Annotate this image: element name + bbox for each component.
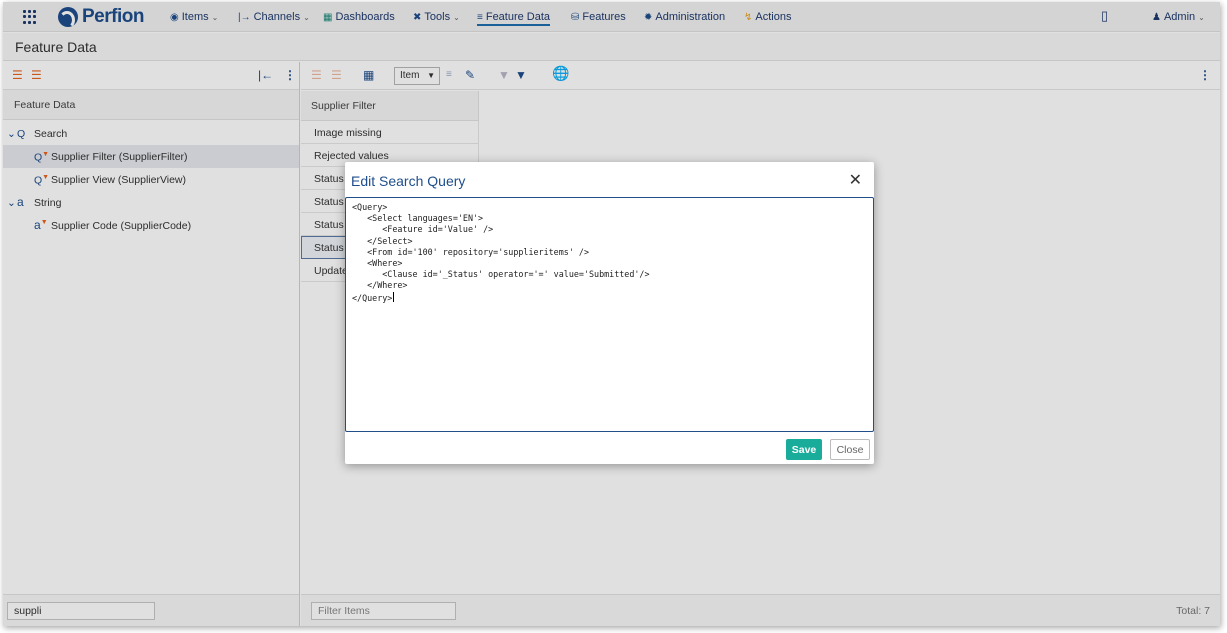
code-line: </Query> [352, 292, 393, 303]
close-button[interactable]: Close [830, 439, 870, 460]
code-line: <Feature id='Value' /> [352, 224, 494, 235]
code-line: </Select> [352, 235, 413, 246]
code-line: <Where> [352, 258, 403, 269]
code-line: <Query> [352, 202, 388, 212]
code-line-last: </Query> [352, 291, 650, 304]
code-line: </Where> [352, 280, 408, 291]
query-editor[interactable]: <Query> <Select languages='EN'> <Feature… [345, 197, 874, 432]
code-line: <Clause id='_Status' operator='=' value=… [352, 269, 650, 280]
text-cursor [393, 291, 395, 302]
save-button[interactable]: Save [786, 439, 822, 460]
close-icon[interactable]: ✕ [849, 170, 862, 190]
dialog-title: Edit Search Query [351, 173, 466, 189]
code-line: <Select languages='EN'> [352, 213, 484, 224]
app-window: Perfion ◉ Items ⌄ |→ Channels ⌄ ▦ Dashbo… [3, 2, 1220, 626]
edit-search-query-dialog: Edit Search Query ✕ <Query> <Select lang… [345, 162, 874, 464]
code-line: <From id='100' repository='supplieritems… [352, 246, 589, 257]
query-code[interactable]: <Query> <Select languages='EN'> <Feature… [352, 202, 650, 304]
